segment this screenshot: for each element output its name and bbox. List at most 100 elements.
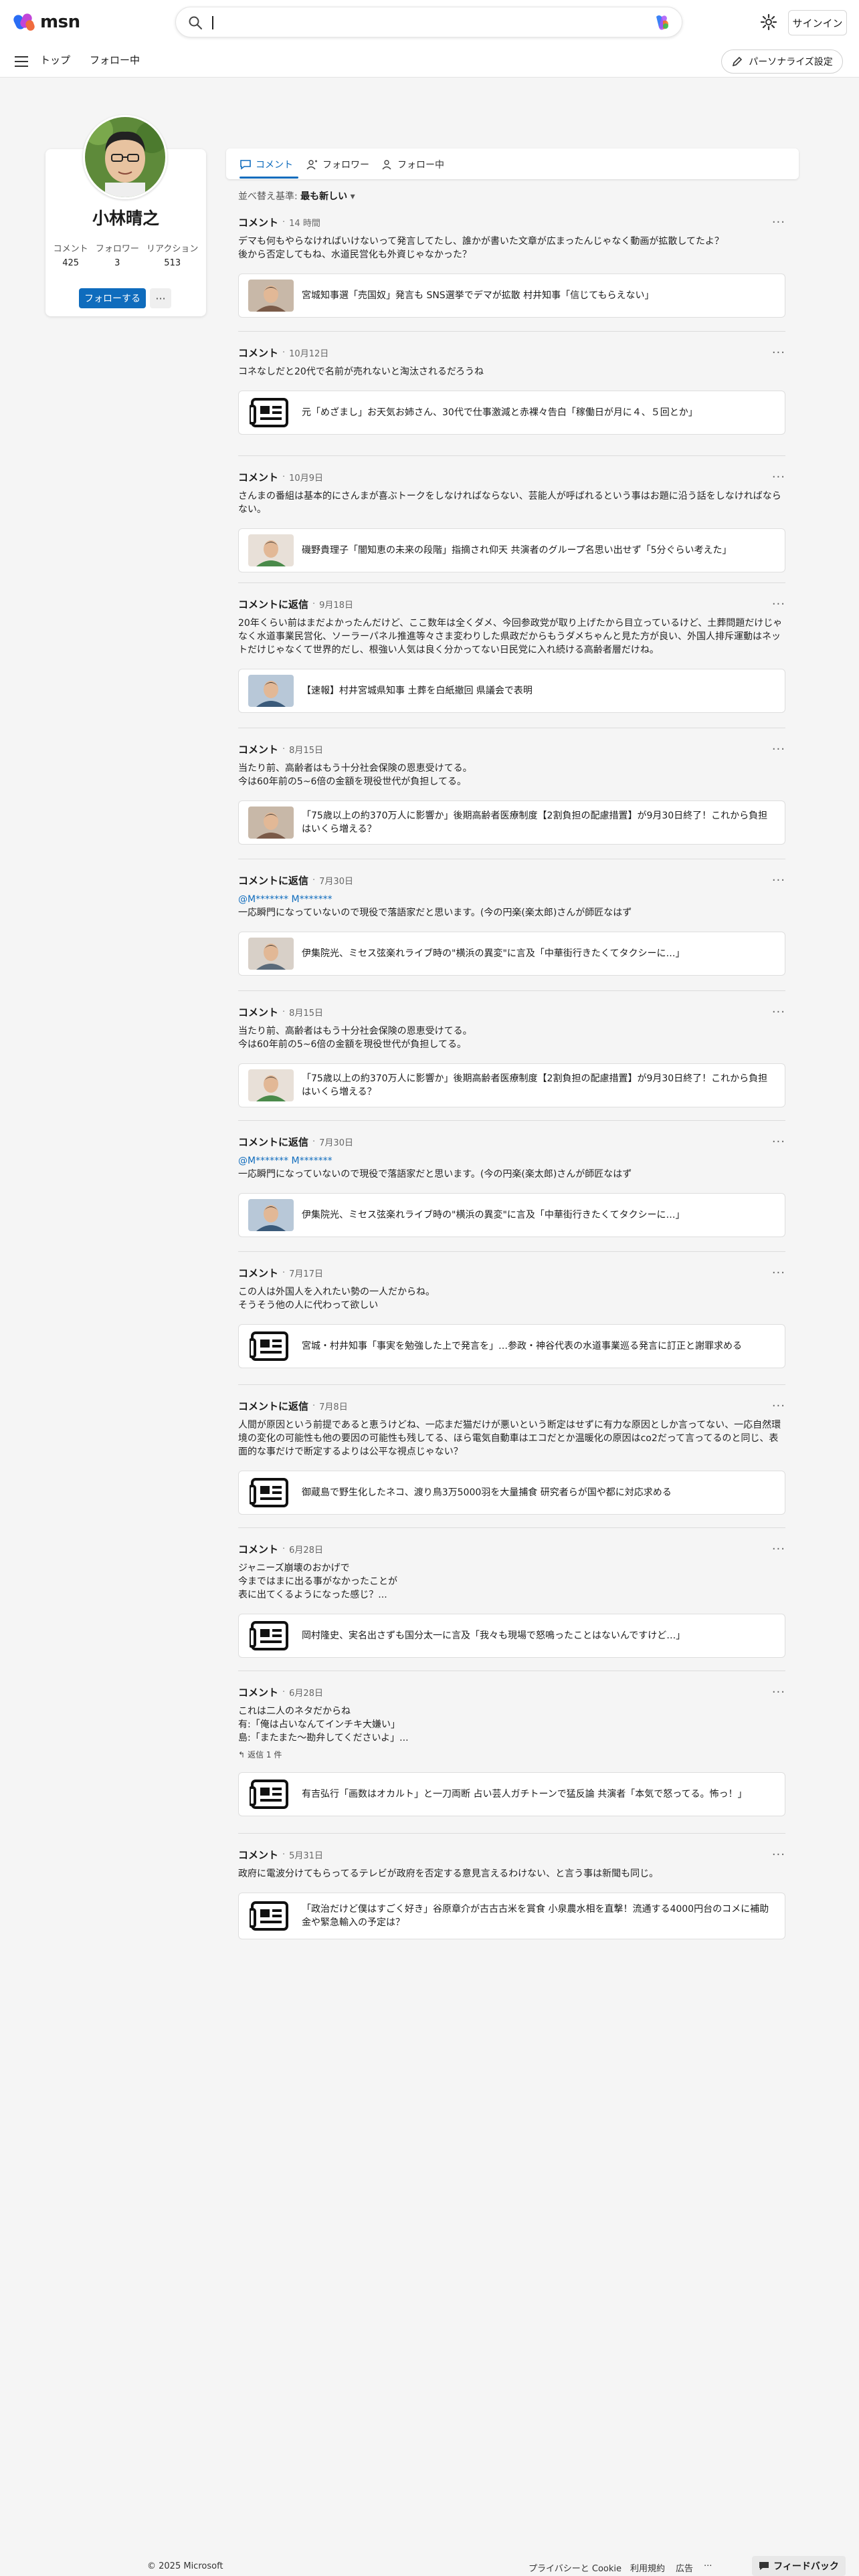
following-icon <box>382 160 391 170</box>
news-article-icon <box>248 397 294 429</box>
comment-more-icon[interactable]: ··· <box>772 1542 785 1556</box>
comment-body: 人間が原因という前提であると恵うけどね、一応まだ猫だけが悪いという断定はせずに有… <box>238 1420 781 1457</box>
comment-item: コメント · 10月12日 ··· コネなしだと20代で名前が売れないと淘汰されるだろう… <box>238 346 785 435</box>
separator-dot: · <box>312 599 316 609</box>
feedback-button[interactable]: フィードバック <box>752 2556 846 2576</box>
article-thumbnail <box>248 534 294 566</box>
copilot-icon[interactable] <box>652 14 671 31</box>
comment-header: コメント · 10月9日 <box>238 470 785 484</box>
comment-more-icon[interactable]: ··· <box>772 470 785 484</box>
article-thumbnail <box>248 675 294 707</box>
comment-time: 6月28日 <box>289 1545 323 1555</box>
profile-more-button[interactable]: ··· <box>150 288 171 308</box>
comment-item: コメント · 14 時間 ··· デマも何もやらなければいけないって発言してたし、誰かが… <box>238 215 785 318</box>
article-title[interactable]: 御蔵島で野生化したネコ、渡り鳥3万5000羽を大量捕食 研究者らが国や都に対応求… <box>302 1486 685 1499</box>
news-article-icon <box>248 1900 294 1932</box>
comment-item: コメント · 8月15日 ··· 当たり前、高齢者はもう十分社会保険の恩恵受けてる。 今… <box>238 742 785 845</box>
feedback-icon <box>759 2562 769 2570</box>
separator-dot: · <box>282 1007 286 1017</box>
comment-more-icon[interactable]: ··· <box>772 1005 785 1019</box>
msn-logo[interactable]: msn <box>12 12 80 32</box>
sort-control[interactable]: 並べ替え基準: 最も新しい ▾ <box>238 189 355 203</box>
comment-more-icon[interactable]: ··· <box>772 742 785 756</box>
article-title[interactable]: 磯野貴理子「闇知恵の未来の段階」指摘され仰天 共演者のグループ名思い出せず「5分… <box>302 544 745 557</box>
comment-more-icon[interactable]: ··· <box>772 1135 785 1149</box>
linked-article-card[interactable]: 宮城・村井知事「事実を勉強した上で発言を」…参政・神谷代表の水道事業巡る発言に訂… <box>238 1324 785 1368</box>
separator-dot: · <box>282 1544 286 1554</box>
nav-item-following[interactable]: フォロー中 <box>90 53 140 67</box>
linked-article-card[interactable]: 【速報】村井宮城県知事 土葬を白紙撤回 県議会で表明 <box>238 669 785 713</box>
comment-type: コメント <box>238 1849 279 1861</box>
comment-type: コメントに返信 <box>238 1136 309 1148</box>
comment-mention[interactable]: @M******* M******* <box>238 1156 785 1166</box>
hamburger-menu-icon[interactable] <box>15 56 28 67</box>
article-thumbnail <box>248 807 294 839</box>
linked-article-card[interactable]: 元「めざまし」お天気お姉さん、30代で仕事激減と赤裸々告白「稼働日が月に４、５回… <box>238 391 785 435</box>
comment-more-icon[interactable]: ··· <box>772 597 785 611</box>
signin-button[interactable]: サインイン <box>788 10 847 35</box>
comment-more-icon[interactable]: ··· <box>772 1266 785 1280</box>
comment-more-icon[interactable]: ··· <box>772 873 785 887</box>
article-title[interactable]: 「75歳以上の約370万人に影響か」後期高齢者医療制度【2割負担の配慮措置】が9… <box>302 1072 785 1099</box>
tab-followers[interactable]: フォロワー <box>306 158 369 171</box>
comment-header: コメントに返信 · 9月18日 <box>238 597 785 611</box>
article-title[interactable]: 有吉弘行「画数はオカルト」と一刀両断 占い芸人ガチトーンで猛反論 共演者「本気で… <box>302 1788 761 1801</box>
linked-article-card[interactable]: 宮城知事選「売国奴」発言も SNS選挙でデマが拡散 村井知事「信じてもらえない」 <box>238 274 785 318</box>
article-title[interactable]: 伊集院光、ミセス弦楽れライブ時の"横浜の異変"に言及「中華街行きたくてタクシーに… <box>302 947 698 960</box>
comment-body: ジャニーズ崩壊のおかげで 今まではまに出る事がなかったことが 表に出てくるように… <box>238 1563 397 1600</box>
comment-time: 10月12日 <box>289 349 329 359</box>
linked-article-card[interactable]: 伊集院光、ミセス弦楽れライブ時の"横浜の異変"に言及「中華街行きたくてタクシーに… <box>238 932 785 976</box>
comment-header: コメント · 6月28日 <box>238 1542 785 1556</box>
tab-comments[interactable]: コメント <box>240 158 293 171</box>
personalize-button[interactable]: パーソナライズ設定 <box>721 49 843 74</box>
follow-button[interactable]: フォローする <box>79 288 146 308</box>
linked-article-card[interactable]: 「政治だけど僕はすごく好き」谷原章介が古古古米を賞食 小泉農水相を直撃！流通する… <box>238 1893 785 1939</box>
footer-link-terms[interactable]: 利用規約 <box>630 2561 665 2574</box>
linked-article-card[interactable]: 「75歳以上の約370万人に影響か」後期高齢者医療制度【2割負担の配慮措置】が9… <box>238 800 785 845</box>
comment-more-icon[interactable]: ··· <box>772 1848 785 1862</box>
comment-divider <box>238 1120 785 1121</box>
linked-article-card[interactable]: 伊集院光、ミセス弦楽れライブ時の"横浜の異変"に言及「中華街行きたくてタクシーに… <box>238 1193 785 1237</box>
comment-time: 14 時間 <box>289 219 320 229</box>
comment-body: これは二人のネタだからね 有:「俺は占いなんてインチキ大嫌い」 島:「またまた〜… <box>238 1706 409 1743</box>
comment-body: デマも何もやらなければいけないって発言してたし、誰かが書いた文章が広まったんじゃ… <box>238 236 724 260</box>
stat-followers: フォロワー 3 <box>95 244 139 268</box>
comment-icon <box>240 160 251 170</box>
comment-header: コメント · 5月31日 <box>238 1848 785 1862</box>
footer-link-ads[interactable]: 広告 <box>676 2561 693 2574</box>
search-box[interactable] <box>175 7 682 37</box>
article-title[interactable]: 岡村隆史、実名出さずも国分太一に言及「我々も現場で怒鳴ったことはないんですけど…… <box>302 1629 698 1642</box>
article-title[interactable]: 「政治だけど僕はすごく好き」谷原章介が古古古米を賞食 小泉農水相を直撃！流通する… <box>302 1903 785 1929</box>
comment-body: 一応瞬門になっていないので現役で落語家だと思います。(今の円楽(楽太郎)さんが師… <box>238 907 632 918</box>
comment-more-icon[interactable]: ··· <box>772 215 785 229</box>
copyright-text: © 2025 Microsoft <box>147 2561 223 2571</box>
search-input[interactable] <box>212 16 213 29</box>
article-title[interactable]: 宮城知事選「売国奴」発言も SNS選挙でデマが拡散 村井知事「信じてもらえない」 <box>302 289 667 302</box>
gear-icon[interactable] <box>760 13 777 31</box>
comment-more-icon[interactable]: ··· <box>772 1399 785 1413</box>
article-title[interactable]: 【速報】村井宮城県知事 土葬を白紙撤回 県議会で表明 <box>302 684 546 697</box>
linked-article-card[interactable]: 磯野貴理子「闇知恵の未来の段階」指摘され仰天 共演者のグループ名思い出せず「5分… <box>238 528 785 572</box>
reply-count-link[interactable]: ↰ 返信 1 件 <box>238 1749 785 1760</box>
linked-article-card[interactable]: 「75歳以上の約370万人に影響か」後期高齢者医療制度【2割負担の配慮措置】が9… <box>238 1063 785 1107</box>
article-title[interactable]: 「75歳以上の約370万人に影響か」後期高齢者医療制度【2割負担の配慮措置】が9… <box>302 809 785 836</box>
tab-following[interactable]: フォロー中 <box>381 158 444 171</box>
nav-item-top[interactable]: トップ <box>40 53 70 67</box>
comment-item: コメント · 6月28日 ··· これは二人のネタだからね 有:「俺は占いなんてインチキ… <box>238 1685 785 1816</box>
article-title[interactable]: 宮城・村井知事「事実を勉強した上で発言を」…参政・神谷代表の水道事業巡る発言に訂… <box>302 1339 755 1353</box>
comment-time: 5月31日 <box>289 1851 323 1861</box>
linked-article-card[interactable]: 御蔵島で野生化したネコ、渡り鳥3万5000羽を大量捕食 研究者らが国や都に対応求… <box>238 1471 785 1515</box>
comment-more-icon[interactable]: ··· <box>772 346 785 360</box>
reply-arrow-icon: ↰ <box>238 1749 246 1759</box>
footer-link-privacy[interactable]: プライバシーと Cookie <box>529 2561 622 2574</box>
news-article-icon <box>248 1330 294 1362</box>
comment-mention[interactable]: @M******* M******* <box>238 894 785 905</box>
linked-article-card[interactable]: 有吉弘行「画数はオカルト」と一刀両断 占い芸人ガチトーンで猛反論 共演者「本気で… <box>238 1772 785 1816</box>
article-title[interactable]: 伊集院光、ミセス弦楽れライブ時の"横浜の異変"に言及「中華街行きたくてタクシーに… <box>302 1208 698 1222</box>
comment-type: コメント <box>238 471 279 484</box>
footer-more-links[interactable]: ··· <box>704 2561 712 2571</box>
linked-article-card[interactable]: 岡村隆史、実名出さずも国分太一に言及「我々も現場で怒鳴ったことはないんですけど…… <box>238 1614 785 1658</box>
comment-more-icon[interactable]: ··· <box>772 1685 785 1699</box>
separator-dot: · <box>282 472 286 482</box>
article-title[interactable]: 元「めざまし」お天気お姉さん、30代で仕事激減と赤裸々告白「稼働日が月に４、５回… <box>302 406 711 419</box>
